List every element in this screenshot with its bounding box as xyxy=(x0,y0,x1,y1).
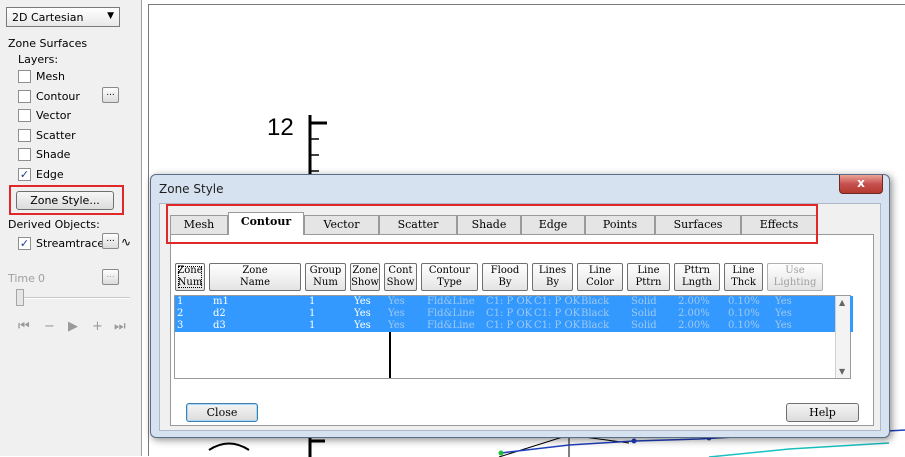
plot-curve-fragment xyxy=(208,442,250,451)
plot-type-select[interactable]: 2D Cartesian ▼ xyxy=(6,7,120,27)
streamtraces-checkbox[interactable]: ✓ xyxy=(18,237,31,250)
layer-mesh[interactable]: Mesh xyxy=(18,69,65,84)
column-resize-cursor xyxy=(389,332,391,378)
col-header-zone-show[interactable]: Zone Show xyxy=(350,263,380,291)
tab-points[interactable]: Points xyxy=(585,215,655,234)
col-header-cont-show[interactable]: Cont Show xyxy=(384,263,417,291)
col-header-line-pttrn[interactable]: Line Pttrn xyxy=(627,263,670,291)
skip-to-start-icon[interactable]: ⏮ xyxy=(18,319,30,334)
edge-label: Edge xyxy=(36,168,64,181)
streamtraces-row[interactable]: ✓ Streamtraces xyxy=(18,236,110,251)
tab-edge[interactable]: Edge xyxy=(521,215,585,234)
streamtrace-line xyxy=(708,442,890,457)
dialog-body: Mesh Contour Vector Scatter Shade Edge P… xyxy=(159,203,881,431)
layer-shade[interactable]: Shade xyxy=(18,147,70,162)
col-header-zone-name[interactable]: Zone Name xyxy=(209,263,301,291)
layer-edge[interactable]: ✓ Edge xyxy=(18,167,64,182)
col-header-zone-num[interactable]: Zone Num xyxy=(175,263,205,291)
table-row[interactable]: 3 d3 1 Yes Yes Fld&Line C1: P OK C1: P O… xyxy=(175,320,853,332)
close-icon[interactable]: x xyxy=(839,175,883,194)
chevron-down-icon: ▼ xyxy=(107,11,114,21)
col-header-flood-by[interactable]: Flood By xyxy=(482,263,528,291)
tab-surfaces[interactable]: Surfaces xyxy=(655,215,741,234)
mesh-label: Mesh xyxy=(36,70,65,83)
vector-label: Vector xyxy=(36,109,72,122)
step-back-icon[interactable]: − xyxy=(44,319,55,334)
shade-checkbox[interactable] xyxy=(18,148,31,161)
table-row[interactable]: 2 d2 1 Yes Yes Fld&Line C1: P OK C1: P O… xyxy=(175,308,853,320)
tab-effects[interactable]: Effects xyxy=(741,215,817,234)
col-header-pttrn-lngth[interactable]: Pttrn Lngth xyxy=(674,263,720,291)
streamtrace-wave-icon[interactable]: ∿ xyxy=(121,235,131,249)
tab-mesh[interactable]: Mesh xyxy=(170,215,228,234)
sidebar-panel: 2D Cartesian ▼ Zone Surfaces Layers: Mes… xyxy=(0,0,142,456)
zone-style-button[interactable]: Zone Style... xyxy=(16,191,114,210)
time-label: Time xyxy=(8,272,35,285)
streamtraces-details-button[interactable]: ... xyxy=(102,233,119,249)
col-header-group-num[interactable]: Group Num xyxy=(305,263,346,291)
time-slider-track[interactable] xyxy=(18,297,130,299)
tab-contour[interactable]: Contour xyxy=(228,212,304,235)
contour-checkbox[interactable] xyxy=(18,90,31,103)
time-details-button[interactable]: ... xyxy=(102,269,119,285)
contour-details-button[interactable]: ... xyxy=(102,87,119,103)
tab-scatter[interactable]: Scatter xyxy=(379,215,457,234)
streamtraces-label: Streamtraces xyxy=(36,237,110,250)
layer-contour[interactable]: Contour xyxy=(18,89,80,104)
scroll-up-icon[interactable]: ▲ xyxy=(839,298,845,307)
scatter-label: Scatter xyxy=(36,129,76,142)
plot-type-value: 2D Cartesian xyxy=(12,11,84,24)
layer-scatter[interactable]: Scatter xyxy=(18,128,76,143)
vector-checkbox[interactable] xyxy=(18,109,31,122)
mesh-checkbox[interactable] xyxy=(18,70,31,83)
shade-label: Shade xyxy=(36,148,71,161)
zone-grid[interactable]: 1 m1 1 Yes Yes Fld&Line C1: P OK C1: P O… xyxy=(174,295,853,379)
col-header-line-color[interactable]: Line Color xyxy=(577,263,623,291)
time-value: 0 xyxy=(38,272,45,285)
grid-vertical-scrollbar[interactable]: ▲ ▼ xyxy=(835,296,850,378)
col-header-lines-by[interactable]: Lines By xyxy=(532,263,573,291)
skip-to-end-icon[interactable]: ⏭ xyxy=(114,319,126,334)
zone-style-dialog: Zone Style x Mesh Contour Vector Scatter… xyxy=(150,174,890,438)
derived-objects-label: Derived Objects: xyxy=(8,218,100,231)
col-header-use-lighting: Use Lighting xyxy=(767,263,823,291)
tab-vector[interactable]: Vector xyxy=(304,215,379,234)
col-header-line-thck[interactable]: Line Thck xyxy=(724,263,763,291)
tab-shade[interactable]: Shade xyxy=(457,215,521,234)
play-icon[interactable]: ▶ xyxy=(68,319,78,334)
contour-label: Contour xyxy=(36,90,80,103)
close-button[interactable]: Close xyxy=(186,403,258,422)
layer-vector[interactable]: Vector xyxy=(18,108,71,123)
layers-label: Layers: xyxy=(18,53,59,66)
streamtrace-point xyxy=(631,438,637,444)
scroll-down-icon[interactable]: ▼ xyxy=(839,367,845,376)
time-slider-thumb[interactable] xyxy=(16,289,24,306)
col-header-contour-type[interactable]: Contour Type xyxy=(421,263,478,291)
dialog-title: Zone Style xyxy=(159,182,224,196)
help-button[interactable]: Help xyxy=(786,403,859,422)
streamtrace-point xyxy=(498,450,504,456)
y-tick-label-12: 12 xyxy=(267,114,294,141)
edge-checkbox[interactable]: ✓ xyxy=(18,168,31,181)
step-forward-icon[interactable]: + xyxy=(92,319,103,334)
zone-surfaces-label: Zone Surfaces xyxy=(8,37,88,50)
scatter-checkbox[interactable] xyxy=(18,129,31,142)
table-row[interactable]: 1 m1 1 Yes Yes Fld&Line C1: P OK C1: P O… xyxy=(175,296,853,308)
